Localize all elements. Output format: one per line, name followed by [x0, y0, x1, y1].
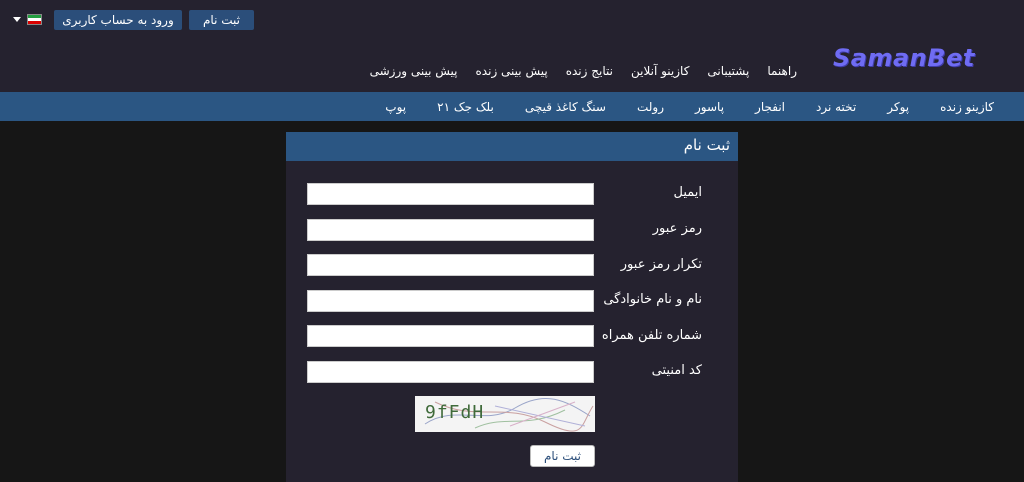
nav-item-online-casino[interactable]: کازینو آنلاین: [631, 64, 689, 82]
nav-item-support[interactable]: پشتیبانی: [707, 64, 749, 82]
captcha-text: 9fFdH: [425, 402, 485, 423]
games-nav: کازینو زنده پوکر تخته نرد انفجار پاسور ر…: [0, 92, 1024, 121]
register-panel: ثبت نام ایمیل رمز عبور تکرار رمز عبور نا…: [286, 132, 738, 482]
nav-item-sports-betting[interactable]: پیش بینی ورزشی: [370, 64, 458, 82]
nav-item-live-betting[interactable]: پیش بینی زنده: [476, 64, 548, 82]
panel-title: ثبت نام: [683, 136, 730, 154]
security-code-label: کد امنیتی: [651, 363, 702, 378]
subnav-item-roulette[interactable]: رولت: [637, 100, 664, 114]
subnav-item-live-casino[interactable]: کازینو زنده: [940, 100, 994, 114]
full-name-field[interactable]: [307, 290, 594, 312]
iran-flag-icon[interactable]: [27, 14, 42, 25]
password-label: رمز عبور: [652, 221, 702, 236]
subnav-item-pop[interactable]: پوپ: [385, 100, 406, 114]
email-label: ایمیل: [673, 185, 702, 200]
subnav-item-poker[interactable]: پوکر: [887, 100, 909, 114]
confirm-password-label: تکرار رمز عبور: [620, 257, 702, 272]
chevron-down-icon[interactable]: [13, 17, 21, 22]
captcha-image: 9fFdH: [415, 396, 595, 432]
nav-item-live-results[interactable]: نتایج زنده: [566, 64, 613, 82]
phone-field[interactable]: [307, 325, 594, 347]
subnav-item-backgammon[interactable]: تخته نرد: [816, 100, 856, 114]
phone-label: شماره تلفن همراه: [601, 328, 702, 343]
password-field[interactable]: [307, 219, 594, 241]
subnav-item-rock-paper-scissors[interactable]: سنگ کاغذ قیچی: [525, 100, 606, 114]
register-button[interactable]: ثبت نام: [189, 10, 254, 30]
login-button[interactable]: ورود به حساب کاربری: [54, 10, 182, 30]
nav-item-help[interactable]: راهنما: [767, 64, 797, 82]
submit-register-button[interactable]: ثبت نام: [530, 445, 595, 467]
full-name-label: نام و نام خانوادگی: [603, 292, 702, 307]
subnav-item-pasur[interactable]: پاسور: [695, 100, 724, 114]
site-logo[interactable]: SamanBet: [833, 44, 975, 72]
confirm-password-field[interactable]: [307, 254, 594, 276]
subnav-item-blackjack[interactable]: بلک جک ۲۱: [437, 100, 494, 114]
top-header: ورود به حساب کاربری ثبت نام پیش بینی ورز…: [0, 0, 1024, 92]
security-code-field[interactable]: [307, 361, 594, 383]
panel-header: ثبت نام: [286, 132, 738, 161]
email-field[interactable]: [307, 183, 594, 205]
subnav-item-crash[interactable]: انفجار: [755, 100, 785, 114]
main-nav: پیش بینی ورزشی پیش بینی زنده نتایج زنده …: [370, 64, 797, 82]
